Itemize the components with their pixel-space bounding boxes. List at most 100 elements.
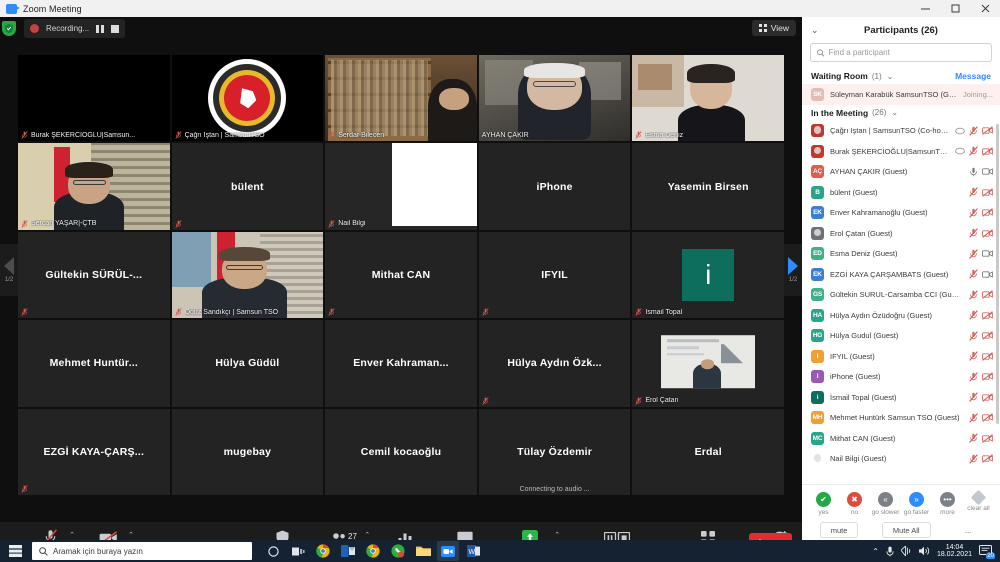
video-tile[interactable]: Esma Deniz — [632, 55, 784, 142]
video-tile[interactable]: Tülay Özdemir Connecting to audio ... — [478, 408, 631, 495]
participant-status-icons[interactable] — [955, 146, 993, 157]
tray-expand-chevron-icon[interactable]: ⌃ — [872, 547, 879, 556]
participant-status-icons[interactable] — [969, 392, 993, 403]
mute-button[interactable]: mute — [819, 522, 859, 538]
video-tile[interactable]: Erdal — [632, 408, 784, 495]
video-tile[interactable]: IFYIL — [478, 231, 631, 319]
message-link[interactable]: Message — [955, 71, 991, 81]
participant-row[interactable]: IiPhone (Guest) — [802, 367, 1000, 388]
stop-recording-icon[interactable] — [111, 24, 120, 33]
participant-row[interactable]: EK EZGİ KAYA ÇARŞAMBATS (Guest) — [802, 264, 1000, 285]
participants-list[interactable]: Çağrı Iştan | SamsunTSO (Co-host, me) Bur… — [802, 121, 1000, 485]
video-tile[interactable]: Burak ŞEKERCİOĞLU|Samsun... — [18, 55, 170, 142]
participant-status-icons[interactable] — [969, 412, 993, 423]
participant-status-icons[interactable] — [969, 269, 993, 280]
video-tile[interactable]: Oğuz Sandıkçı | Samsun TSO — [171, 231, 324, 319]
waiting-room-header[interactable]: Waiting Room (1) ⌄ Message — [802, 68, 1000, 84]
participant-row[interactable]: i İsmail Topal (Guest) — [802, 387, 1000, 408]
more-options-button[interactable]: ... — [954, 522, 983, 538]
participant-row[interactable]: I IFYIL (Guest) — [802, 346, 1000, 367]
video-tile[interactable]: EZGİ KAYA-ÇARŞ... — [18, 408, 170, 495]
participant-row[interactable]: HA Hülya Aydın Özüdoğru (Guest) — [802, 305, 1000, 326]
video-tile[interactable]: Erol Çatan — [632, 320, 784, 407]
video-tile[interactable]: mugebay — [171, 408, 324, 495]
video-tile[interactable]: Mithat CAN — [325, 231, 477, 319]
participant-status-icons[interactable] — [969, 371, 993, 382]
chrome-window-icon[interactable] — [362, 541, 384, 561]
participant-status-icons[interactable] — [969, 351, 993, 362]
reaction-more-button[interactable]: ••• more — [932, 492, 963, 516]
mute-all-button[interactable]: Mute All — [881, 522, 931, 538]
tray-volume-icon[interactable] — [918, 546, 930, 556]
in-meeting-header[interactable]: In the Meeting (26) ⌄ — [802, 105, 1000, 121]
file-explorer-icon[interactable] — [412, 541, 434, 561]
video-tile[interactable]: Nail Bilgi — [325, 143, 477, 230]
participants-chevron-icon[interactable]: ⌃ — [364, 531, 370, 539]
video-tile[interactable]: Cemil kocaoğlu — [325, 408, 477, 495]
video-tile[interactable]: Hülya Güdül — [171, 320, 324, 407]
maximize-button[interactable] — [940, 0, 970, 17]
video-tile[interactable]: Serdar Bilecen — [325, 55, 477, 142]
participant-row[interactable]: Bbülent (Guest) — [802, 182, 1000, 203]
video-tile[interactable]: Mehmet Huntür... — [18, 320, 170, 407]
participant-status-icons[interactable] — [969, 433, 993, 444]
start-button[interactable] — [0, 545, 30, 557]
participant-status-icons[interactable] — [955, 125, 993, 136]
participant-row[interactable]: Nail Bilgi (Guest) — [802, 449, 1000, 470]
participant-row[interactable]: EK Enver Kahramanoğlu (Guest) — [802, 203, 1000, 224]
participant-status-icons[interactable] — [969, 330, 993, 341]
participant-status-icons[interactable] — [969, 310, 993, 321]
word-icon[interactable]: W — [462, 541, 484, 561]
video-tile[interactable]: Gültekin SÜRÜL-... — [18, 231, 170, 319]
participant-status-icons[interactable] — [969, 289, 993, 300]
next-page-button[interactable]: 1/2 — [784, 243, 802, 296]
zoom-taskbar-icon[interactable] — [437, 541, 459, 561]
participant-status-icons[interactable] — [969, 207, 993, 218]
panel-collapse-chevron-icon[interactable]: ⌄ — [811, 25, 819, 36]
pause-recording-icon[interactable] — [96, 24, 105, 33]
participant-status-icons[interactable] — [969, 228, 993, 239]
audio-options-chevron-icon[interactable]: ⌃ — [69, 531, 75, 539]
reaction-clear-all-button[interactable]: clear all — [963, 489, 994, 516]
participant-row[interactable]: Burak ŞEKERCİOĞLU|SamsunTSO (Host) — [802, 141, 1000, 162]
waiting-participant-row[interactable]: SK Süleyman Karabük SamsunTSO (Guest) Join… — [802, 84, 1000, 105]
participant-row[interactable]: Çağrı Iştan | SamsunTSO (Co-host, me) — [802, 121, 1000, 142]
video-tile[interactable]: Çağrı Iştan | SamsunTSO — [171, 55, 324, 142]
participant-row[interactable]: HG Hülya Gudul (Guest) — [802, 326, 1000, 347]
share-options-chevron-icon[interactable]: ⌃ — [554, 531, 560, 539]
participant-row[interactable]: MH Mehmet Huntürk Samsun TSO (Guest) — [802, 408, 1000, 429]
video-options-chevron-icon[interactable]: ⌃ — [128, 531, 134, 539]
participant-status-icons[interactable] — [969, 453, 993, 464]
video-tile[interactable]: Yasemin Birsen — [632, 143, 784, 230]
previous-page-button[interactable]: 1/2 — [0, 243, 18, 296]
video-tile[interactable]: i İsmail Topal — [632, 231, 784, 319]
participant-row[interactable]: GS Gültekin SURUL-Carsamba CCI (Guest) — [802, 285, 1000, 306]
close-button[interactable] — [970, 0, 1000, 17]
notification-center-icon[interactable]: 20 — [979, 545, 995, 559]
task-view-icon[interactable] — [287, 541, 309, 561]
video-tile[interactable]: Enver Kahraman... — [325, 320, 477, 407]
outlook-icon[interactable] — [337, 541, 359, 561]
in-meeting-chevron-icon[interactable]: ⌄ — [891, 108, 898, 117]
participant-status-icons[interactable] — [969, 167, 993, 177]
reaction-yes-button[interactable]: ✔ yes — [808, 492, 839, 516]
tray-network-icon[interactable] — [900, 546, 912, 556]
participant-search-box[interactable] — [810, 43, 992, 62]
video-tile[interactable]: Hülya Aydın Özk... — [478, 320, 631, 407]
participant-row[interactable]: Erol Çatan (Guest) — [802, 223, 1000, 244]
chrome-icon[interactable] — [312, 541, 334, 561]
waiting-room-chevron-icon[interactable]: ⌄ — [887, 72, 894, 81]
video-tile[interactable]: Sercan YAŞAR|-ÇTB — [18, 143, 170, 230]
taskbar-search-box[interactable]: Aramak için buraya yazın — [32, 542, 252, 560]
whatsapp-icon[interactable] — [387, 541, 409, 561]
encryption-shield-icon[interactable] — [2, 21, 16, 36]
view-button[interactable]: View — [752, 20, 796, 36]
tray-microphone-icon[interactable] — [886, 546, 894, 557]
reaction-go-faster-button[interactable]: » go faster — [901, 492, 932, 516]
cortana-icon[interactable] — [262, 541, 284, 561]
reaction-no-button[interactable]: ✖ no — [839, 492, 870, 516]
participant-status-icons[interactable] — [969, 248, 993, 259]
video-tile[interactable]: iPhone — [478, 143, 631, 230]
search-input[interactable] — [828, 48, 985, 57]
participant-row[interactable]: ED Esma Deniz (Guest) — [802, 244, 1000, 265]
